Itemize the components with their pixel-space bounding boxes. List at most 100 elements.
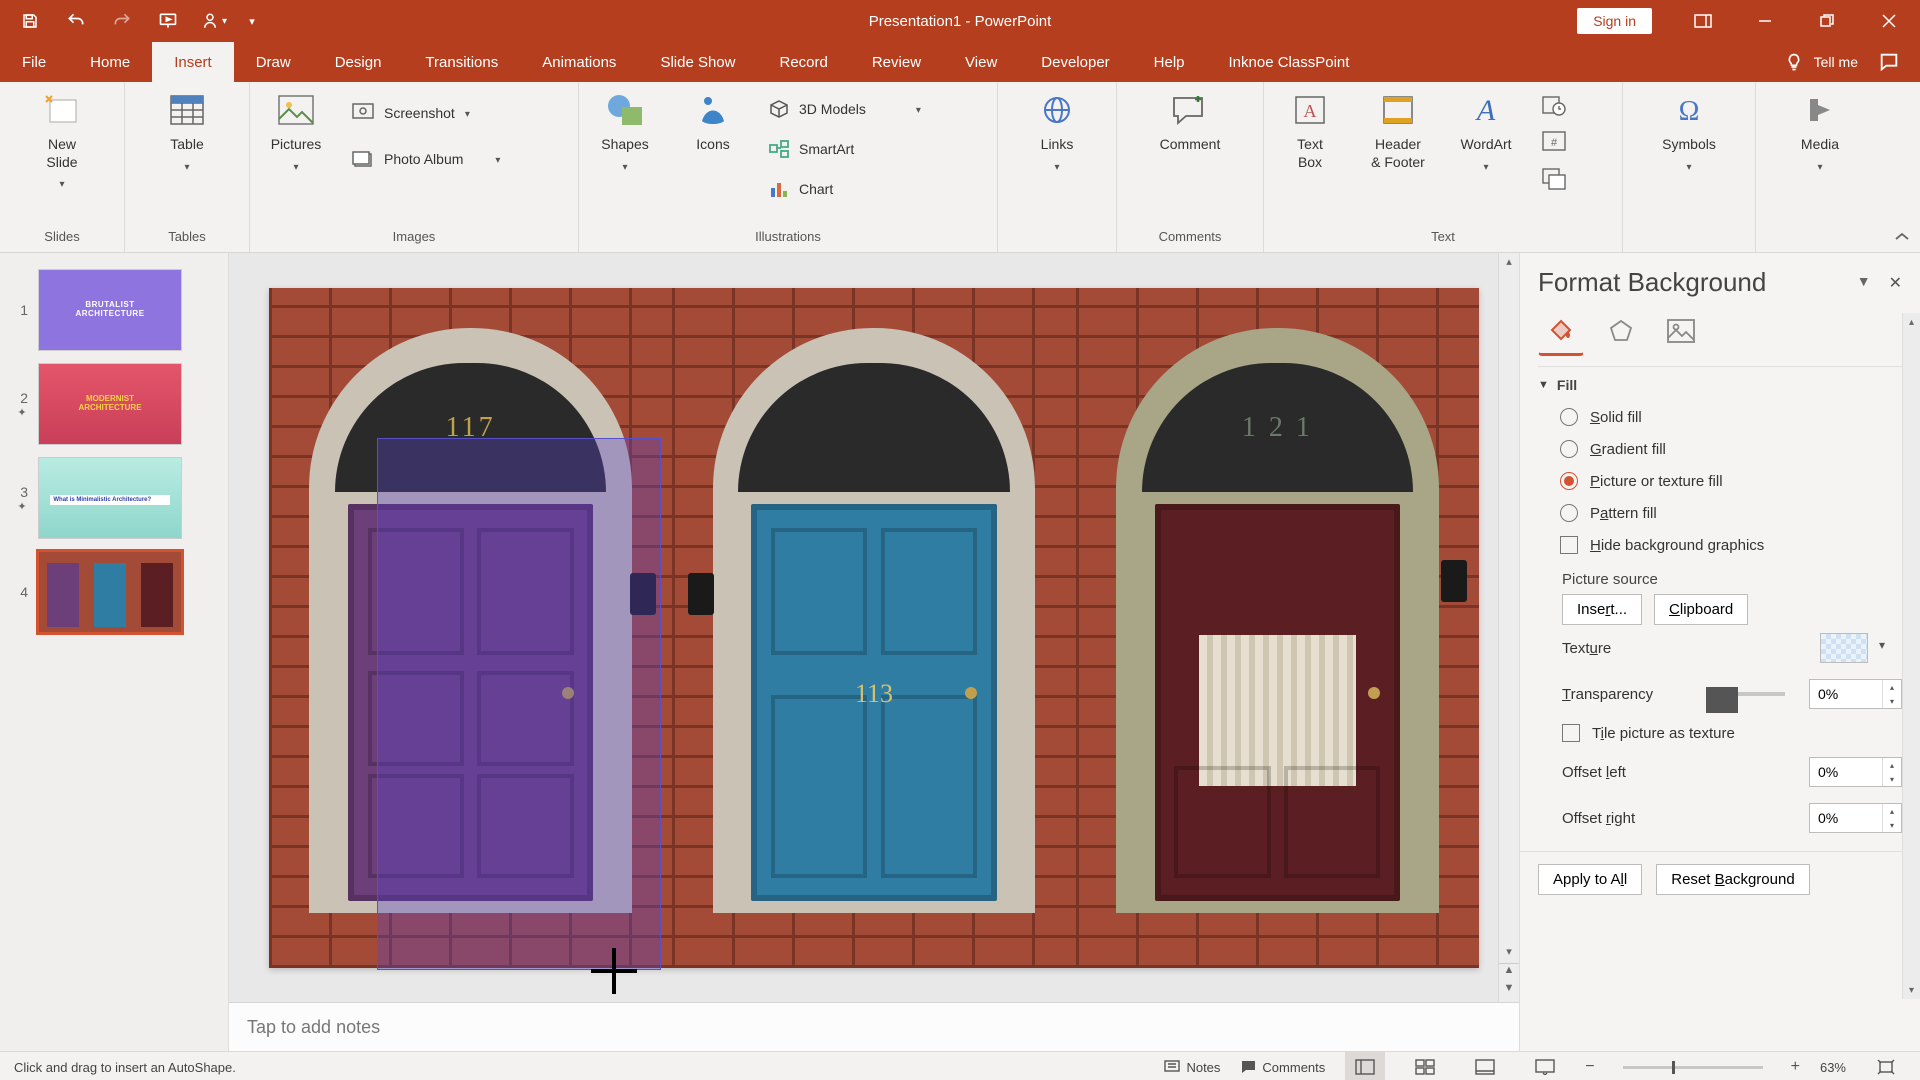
minimize-icon[interactable] <box>1734 0 1796 42</box>
text-box-icon: A <box>1290 90 1330 130</box>
apply-to-all-button[interactable]: Apply to All <box>1538 864 1642 895</box>
pane-options-icon[interactable]: ▼ <box>1857 273 1871 293</box>
zoom-level[interactable]: 63% <box>1820 1060 1846 1075</box>
group-symbols-label <box>1637 244 1741 248</box>
collapse-ribbon-icon[interactable] <box>1894 230 1910 246</box>
slide-sorter-view-button[interactable] <box>1405 1052 1445 1080</box>
offset-right-spinner[interactable]: ▴▾ <box>1809 803 1902 833</box>
lightbulb-icon <box>1784 52 1804 72</box>
symbols-button[interactable]: Ω Symbols▾ <box>1657 90 1721 174</box>
tell-me-search[interactable]: Tell me <box>1784 52 1858 72</box>
tab-review[interactable]: Review <box>850 42 943 82</box>
solid-fill-radio[interactable]: Solid fill <box>1538 401 1902 433</box>
clipboard-button[interactable]: Clipboard <box>1654 594 1748 625</box>
scroll-down-icon[interactable]: ▾ <box>1506 945 1512 963</box>
tab-classpoint[interactable]: Inknoe ClassPoint <box>1207 42 1372 82</box>
pane-close-icon[interactable]: ✕ <box>1889 273 1902 293</box>
zoom-slider[interactable] <box>1623 1066 1763 1069</box>
pictures-button[interactable]: Pictures▾ <box>264 90 328 174</box>
header-footer-button[interactable]: Header & Footer <box>1366 90 1430 171</box>
ribbon-display-icon[interactable] <box>1672 0 1734 42</box>
tab-home[interactable]: Home <box>68 42 152 82</box>
wordart-button[interactable]: A WordArt▾ <box>1454 90 1518 174</box>
scroll-up-icon[interactable]: ▴ <box>1506 255 1512 273</box>
group-slides-label: Slides <box>14 229 110 248</box>
wordart-label: WordArt <box>1460 136 1511 154</box>
screenshot-button[interactable]: Screenshot▾ <box>352 98 500 128</box>
present-from-start-icon[interactable] <box>148 0 188 42</box>
hide-bg-graphics-check[interactable]: Hide background graphics <box>1538 529 1902 561</box>
fill-section-header[interactable]: ▼Fill <box>1538 366 1902 401</box>
tab-insert[interactable]: Insert <box>152 42 234 82</box>
save-icon[interactable] <box>10 0 50 42</box>
comments-toggle-icon[interactable] <box>1878 51 1900 73</box>
photo-album-button[interactable]: Photo Album▾ <box>352 144 500 174</box>
tile-picture-check[interactable]: Tile picture as texture <box>1562 717 1902 749</box>
comments-toggle[interactable]: Comments <box>1240 1060 1325 1075</box>
qat-customize-icon[interactable]: ▾ <box>240 0 264 42</box>
reset-background-button[interactable]: Reset Background <box>1656 864 1809 895</box>
tab-help[interactable]: Help <box>1132 42 1207 82</box>
new-slide-button[interactable]: New Slide▾ <box>30 90 94 192</box>
shapes-button[interactable]: Shapes▾ <box>593 90 657 174</box>
text-box-button[interactable]: A Text Box <box>1278 90 1342 171</box>
table-button[interactable]: Table▾ <box>155 90 219 174</box>
fill-category-icon[interactable] <box>1538 308 1584 356</box>
tab-draw[interactable]: Draw <box>234 42 313 82</box>
pane-scrollbar[interactable]: ▴▾ <box>1902 313 1920 999</box>
tab-slideshow[interactable]: Slide Show <box>638 42 757 82</box>
shape-drawing-selection[interactable] <box>377 438 661 970</box>
maximize-icon[interactable] <box>1796 0 1858 42</box>
tab-animations[interactable]: Animations <box>520 42 638 82</box>
window-title: Presentation1 - PowerPoint <box>869 13 1052 30</box>
tab-design[interactable]: Design <box>313 42 404 82</box>
sign-in-button[interactable]: Sign in <box>1577 8 1652 34</box>
gradient-fill-radio[interactable]: Gradient fill <box>1538 433 1902 465</box>
tab-record[interactable]: Record <box>757 42 849 82</box>
effects-category-icon[interactable] <box>1598 308 1644 354</box>
zoom-out-button[interactable]: − <box>1585 1058 1594 1076</box>
transparency-spinner[interactable]: ▴▾ <box>1809 679 1902 709</box>
next-slide-icon[interactable]: ▼ <box>1504 982 1515 1000</box>
thumbnail-2[interactable]: 2✦ MODERNIST ARCHITECTURE <box>0 357 228 451</box>
icons-button[interactable]: Icons <box>681 90 745 154</box>
undo-icon[interactable] <box>56 0 96 42</box>
slide-vertical-scrollbar[interactable]: ▴ ▾ ▲ ▼ <box>1498 253 1519 1002</box>
redo-icon[interactable] <box>102 0 142 42</box>
texture-picker[interactable] <box>1820 633 1868 663</box>
thumbnail-4[interactable]: 4 <box>0 545 228 639</box>
offset-left-spinner[interactable]: ▴▾ <box>1809 757 1902 787</box>
tab-view[interactable]: View <box>943 42 1019 82</box>
slide-number-button[interactable]: # <box>1542 131 1566 156</box>
touch-mode-icon[interactable]: ▾ <box>194 0 234 42</box>
smartart-button[interactable]: SmartArt <box>769 134 921 164</box>
transparency-slider[interactable] <box>1706 692 1785 696</box>
picture-category-icon[interactable] <box>1658 308 1704 354</box>
reading-view-button[interactable] <box>1465 1052 1505 1080</box>
close-icon[interactable] <box>1858 0 1920 42</box>
prev-slide-icon[interactable]: ▲ <box>1499 963 1519 982</box>
picture-fill-radio[interactable]: Picture or texture fill <box>1538 465 1902 497</box>
thumbnail-3[interactable]: 3✦ What is Minimalistic Architecture? <box>0 451 228 545</box>
tab-developer[interactable]: Developer <box>1019 42 1131 82</box>
pattern-fill-radio[interactable]: Pattern fill <box>1538 497 1902 529</box>
slide-number-icon: # <box>1542 131 1566 153</box>
3d-models-button[interactable]: 3D Models▾ <box>769 94 921 124</box>
media-button[interactable]: Media▾ <box>1788 90 1852 174</box>
notes-toggle[interactable]: Notes <box>1164 1060 1220 1075</box>
tab-file[interactable]: File <box>0 42 68 82</box>
date-time-button[interactable] <box>1542 94 1566 119</box>
thumbnail-1[interactable]: 1 BRUTALIST ARCHITECTURE <box>0 263 228 357</box>
chart-icon <box>769 180 789 198</box>
fit-to-window-button[interactable] <box>1866 1052 1906 1080</box>
chart-button[interactable]: Chart <box>769 174 921 204</box>
insert-picture-button[interactable]: Insert... <box>1562 594 1642 625</box>
slideshow-view-button[interactable] <box>1525 1052 1565 1080</box>
links-button[interactable]: Links▾ <box>1025 90 1089 174</box>
normal-view-button[interactable] <box>1345 1052 1385 1080</box>
tab-transitions[interactable]: Transitions <box>403 42 520 82</box>
object-button[interactable] <box>1542 168 1566 193</box>
comment-button[interactable]: Comment <box>1158 90 1222 154</box>
notes-pane[interactable]: Tap to add notes <box>229 1002 1519 1051</box>
zoom-in-button[interactable]: + <box>1791 1058 1800 1076</box>
